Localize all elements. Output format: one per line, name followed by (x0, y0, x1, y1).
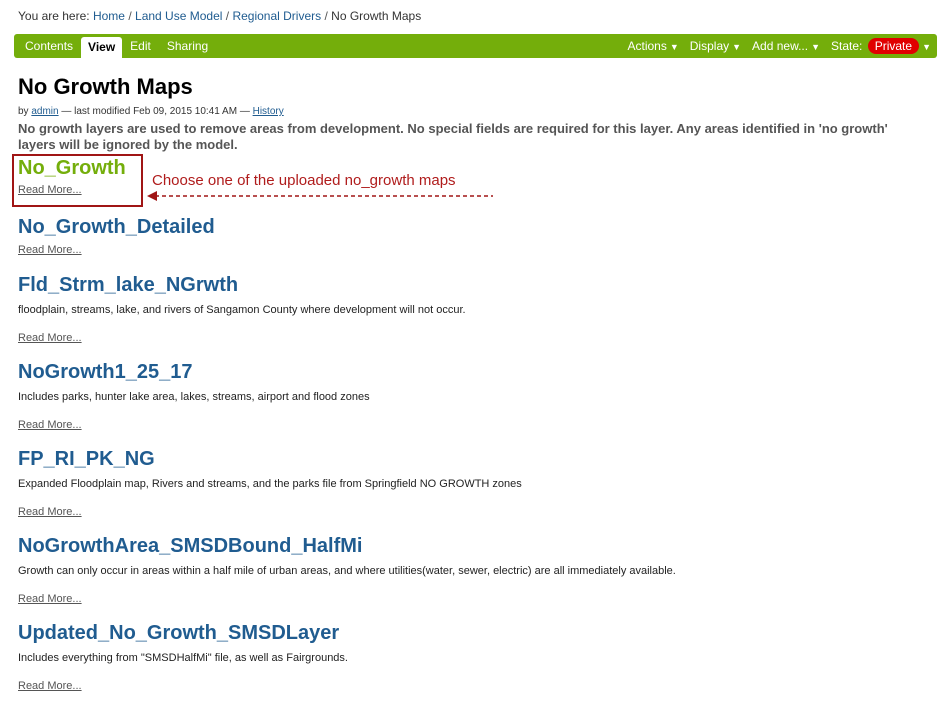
content-tabs: Contents View Edit Sharing (17, 34, 216, 58)
tab-sharing[interactable]: Sharing (159, 34, 216, 58)
read-more-link[interactable]: Read More... (18, 680, 82, 692)
item-title-link[interactable]: FP_RI_PK_NG (18, 447, 522, 471)
page-title: No Growth Maps (18, 74, 193, 99)
list-item: No_Growth_Detailed Read More... (18, 215, 215, 258)
state-menu[interactable]: State: Private ▼ (831, 38, 931, 54)
read-more-link[interactable]: Read More... (18, 419, 82, 431)
page-description: No growth layers are used to remove area… (18, 121, 888, 152)
item-description: Expanded Floodplain map, Rivers and stre… (18, 478, 522, 490)
tab-edit[interactable]: Edit (122, 34, 159, 58)
item-description: Includes parks, hunter lake area, lakes,… (18, 391, 370, 403)
item-description: Includes everything from "SMSDHalfMi" fi… (18, 652, 348, 664)
breadcrumb-separator: / (128, 9, 132, 23)
breadcrumb-regional-drivers-link[interactable]: Regional Drivers (232, 9, 321, 23)
byline-by: by (18, 106, 29, 117)
breadcrumb: You are here: Home / Land Use Model / Re… (18, 9, 421, 23)
chevron-down-icon: ▼ (922, 42, 931, 52)
chevron-down-icon: ▼ (732, 42, 742, 52)
author-link[interactable]: admin (31, 106, 58, 117)
actions-menu-label: Actions (627, 39, 667, 53)
breadcrumb-current: No Growth Maps (331, 9, 422, 23)
document-byline: by admin — last modified Feb 09, 2015 10… (18, 106, 284, 117)
item-description: floodplain, streams, lake, and rivers of… (18, 304, 466, 316)
chevron-down-icon: ▼ (669, 42, 679, 52)
actions-menu[interactable]: Actions ▼ (627, 39, 678, 53)
list-item: Updated_No_Growth_SMSDLayer Includes eve… (18, 621, 348, 694)
item-description: Growth can only occur in areas within a … (18, 565, 676, 577)
item-title-link[interactable]: NoGrowth1_25_17 (18, 360, 370, 384)
item-title-link[interactable]: NoGrowthArea_SMSDBound_HalfMi (18, 534, 676, 558)
annotation-arrow-icon (147, 191, 493, 201)
annotation-text: Choose one of the uploaded no_growth map… (152, 172, 456, 189)
list-item: NoGrowthArea_SMSDBound_HalfMi Growth can… (18, 534, 676, 607)
display-menu[interactable]: Display ▼ (690, 39, 741, 53)
read-more-link[interactable]: Read More... (18, 332, 82, 344)
display-menu-label: Display (689, 39, 730, 53)
list-item: NoGrowth1_25_17 Includes parks, hunter l… (18, 360, 370, 433)
read-more-link[interactable]: Read More... (18, 593, 82, 605)
annotation-highlight-box (12, 154, 143, 207)
state-menu-label: State: (831, 39, 863, 53)
byline-modified: — last modified Feb 09, 2015 10:41 AM — (61, 106, 250, 117)
breadcrumb-home-link[interactable]: Home (93, 9, 125, 23)
item-title-link[interactable]: Fld_Strm_lake_NGrwth (18, 273, 466, 297)
content-toolbar: Contents View Edit Sharing Actions ▼ Disp… (14, 34, 937, 58)
history-link[interactable]: History (253, 106, 284, 117)
breadcrumb-separator: / (225, 9, 230, 23)
tab-contents[interactable]: Contents (17, 34, 81, 58)
item-title-link[interactable]: Updated_No_Growth_SMSDLayer (18, 621, 348, 645)
item-title-link[interactable]: No_Growth_Detailed (18, 215, 215, 239)
read-more-link[interactable]: Read More... (18, 506, 82, 518)
list-item: FP_RI_PK_NG Expanded Floodplain map, Riv… (18, 447, 522, 520)
content-actions: Actions ▼ Display ▼ Add new... ▼ State: Pri… (616, 34, 931, 58)
add-new-menu-label: Add new... (752, 39, 809, 53)
list-item: Fld_Strm_lake_NGrwth floodplain, streams… (18, 273, 466, 346)
breadcrumb-prefix: You are here: (18, 9, 90, 23)
state-badge: Private (867, 38, 920, 54)
add-new-menu[interactable]: Add new... ▼ (752, 39, 820, 53)
breadcrumb-land-use-model-link[interactable]: Land Use Model (135, 9, 222, 23)
chevron-down-icon: ▼ (811, 42, 821, 52)
breadcrumb-separator: / (324, 9, 328, 23)
read-more-link[interactable]: Read More... (18, 244, 82, 256)
tab-view[interactable]: View (81, 37, 123, 58)
